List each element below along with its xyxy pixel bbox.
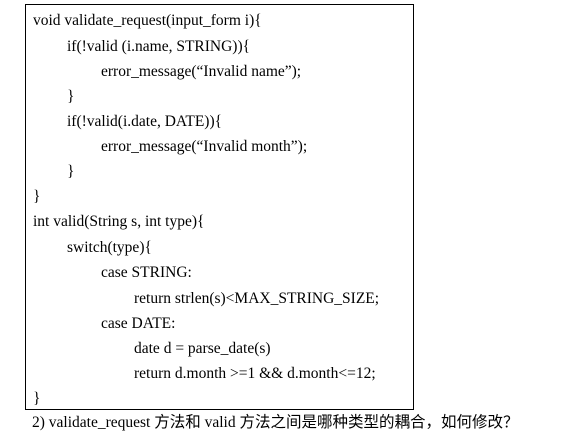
code-line: error_message(“Invalid name”); xyxy=(101,63,302,80)
code-line: case STRING: xyxy=(101,264,192,281)
code-line: } xyxy=(33,390,41,407)
code-line: switch(type){ xyxy=(67,239,152,256)
code-line: if(!valid (i.name, STRING)){ xyxy=(67,38,251,55)
code-line: return d.month >=1 && d.month<=12; xyxy=(134,365,376,382)
code-line: if(!valid(i.date, DATE)){ xyxy=(67,113,223,130)
code-line: void validate_request(input_form i){ xyxy=(33,12,262,29)
code-line: int valid(String s, int type){ xyxy=(33,213,205,230)
question-text: 2) validate_request 方法和 valid 方法之间是哪种类型的… xyxy=(32,414,519,431)
code-line: case DATE: xyxy=(101,315,176,332)
code-line: error_message(“Invalid month”); xyxy=(101,138,308,155)
code-box: void validate_request(input_form i){ if(… xyxy=(25,4,414,410)
code-line: return strlen(s)<MAX_STRING_SIZE; xyxy=(134,290,380,307)
code-line: } xyxy=(67,163,75,180)
code-line: date d = parse_date(s) xyxy=(134,340,271,357)
code-line: } xyxy=(67,88,75,105)
code-line: } xyxy=(33,188,41,205)
